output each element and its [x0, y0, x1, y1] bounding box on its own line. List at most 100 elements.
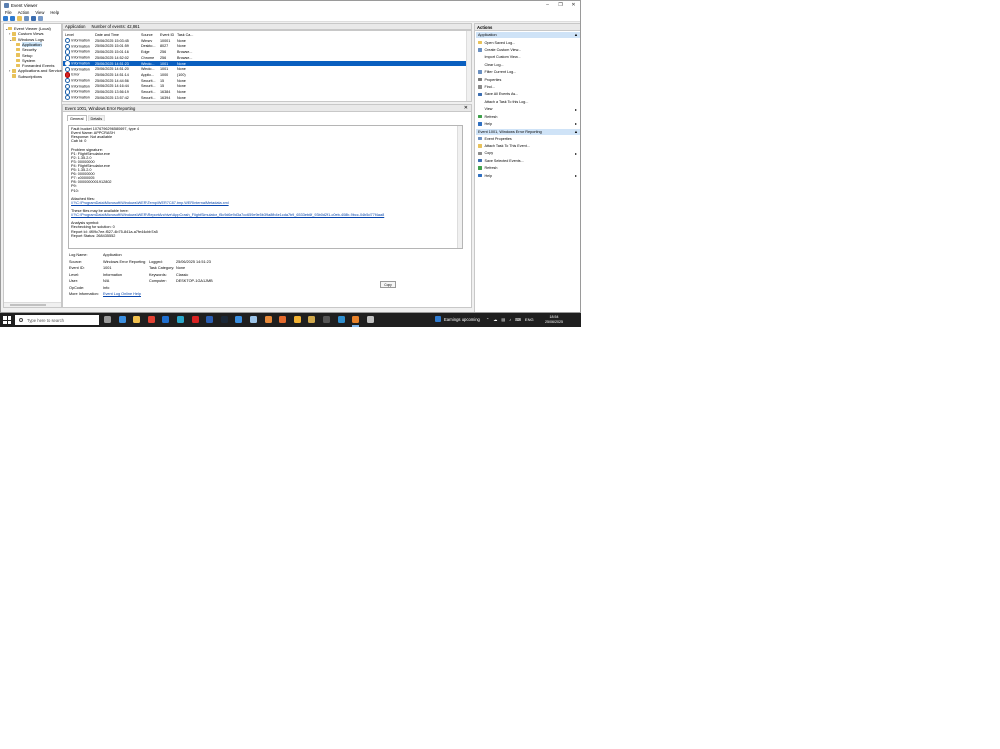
event-task: None — [177, 84, 186, 89]
action-pane-icon[interactable] — [38, 15, 43, 21]
column-date[interactable]: Date and Time — [95, 33, 139, 37]
action-item[interactable]: Filter Current Log... — [478, 70, 580, 75]
column-event-id[interactable]: Event ID — [160, 33, 176, 37]
back-icon[interactable] — [3, 15, 8, 21]
steam-icon[interactable] — [220, 316, 228, 323]
action-item[interactable]: Create Custom View... — [478, 47, 580, 52]
clock[interactable]: 18:54 25/06/2025 — [545, 315, 563, 325]
outlook-icon[interactable] — [162, 316, 170, 323]
brave-icon[interactable] — [279, 316, 287, 323]
action-item[interactable]: Import Custom View... — [478, 55, 580, 60]
action-item[interactable]: Event Properties — [478, 136, 580, 141]
tree-item[interactable]: Application — [13, 41, 42, 47]
tray-cloud-icon[interactable]: ☁ — [493, 317, 497, 322]
event-date: 25/06/2025 15:03:45 — [95, 38, 129, 43]
file-path-link[interactable]: \\?\C:\ProgramData\Microsoft\Windows\WER… — [71, 213, 384, 217]
column-task-category[interactable]: Task Ca... — [177, 33, 197, 37]
terminal-icon[interactable] — [323, 316, 330, 323]
chrome-2-icon[interactable] — [293, 316, 301, 323]
help-icon[interactable] — [31, 15, 36, 21]
event-properties: Log Name: Application Source: Windows Er… — [69, 253, 459, 303]
event-list-scrollbar[interactable] — [466, 31, 471, 101]
file-explorer-icon[interactable] — [133, 316, 141, 323]
action-item[interactable]: Properties — [478, 77, 580, 82]
word-icon[interactable] — [206, 316, 214, 323]
news-widget[interactable]: Earnings upcoming — [435, 316, 480, 322]
event-level: Information — [71, 55, 90, 60]
media-icon[interactable] — [337, 316, 345, 323]
tab-general[interactable]: General — [67, 115, 87, 121]
mail-icon[interactable] — [118, 316, 126, 323]
tray-network-icon[interactable]: ▤ — [501, 317, 505, 322]
tray-volume-icon[interactable]: ♪ — [509, 317, 511, 322]
tree-item[interactable]: Security — [13, 47, 36, 52]
action-item[interactable]: Attach a Task To this Log... — [478, 99, 580, 104]
actions-section-application[interactable]: Application ▲ — [476, 32, 580, 38]
event-description-textbox[interactable]: Fault bucket 1076796296580697, type 4 Eve… — [68, 125, 463, 249]
files-icon[interactable] — [308, 316, 316, 323]
folder-icon[interactable] — [17, 15, 22, 21]
event-viewer-icon[interactable] — [366, 316, 374, 323]
console-tree-icon[interactable] — [24, 15, 29, 21]
menu-action[interactable]: Action — [18, 10, 30, 15]
menu-view[interactable]: View — [35, 10, 44, 15]
event-log-online-help-link[interactable]: Event Log Online Help — [103, 292, 141, 296]
tray-keyboard-icon[interactable]: ⌨ — [515, 317, 521, 322]
tree-item[interactable]: Forwarded Events — [13, 63, 54, 68]
action-item[interactable]: Help ▸ — [478, 121, 580, 126]
action-item[interactable]: Find... — [478, 84, 580, 89]
collapse-icon[interactable]: ▲ — [574, 32, 578, 37]
tree-item[interactable]: System — [13, 58, 35, 63]
tray-chevron-icon[interactable]: ⌃ — [486, 317, 489, 322]
file-path-link[interactable]: \\?\C:\ProgramData\Microsoft\Windows\WER… — [71, 201, 229, 205]
event-row[interactable]: Information 25/06/2025 13:57:42 Securit...… — [63, 95, 469, 101]
tab-details[interactable]: Details — [87, 115, 106, 121]
action-item[interactable]: Save All Events As... — [478, 92, 580, 97]
keywords-label: Keywords: — [149, 272, 167, 277]
action-item[interactable]: View ▸ — [478, 107, 580, 112]
description-scrollbar[interactable] — [457, 126, 462, 248]
notepad-icon[interactable] — [250, 316, 257, 323]
chrome-icon[interactable] — [147, 316, 155, 323]
paint-icon[interactable] — [264, 316, 272, 323]
action-item[interactable]: Clear Log... — [478, 62, 580, 67]
security-icon[interactable] — [235, 316, 243, 323]
vlc-icon[interactable] — [352, 316, 360, 323]
error-icon — [65, 72, 71, 78]
acrobat-icon[interactable] — [191, 316, 199, 323]
forward-icon[interactable] — [10, 15, 15, 21]
tree-item[interactable]: ⌄ Event Viewer (Local) — [5, 26, 51, 31]
collapse-icon[interactable]: ▲ — [574, 129, 578, 134]
action-item[interactable]: Refresh — [478, 114, 580, 119]
action-item[interactable]: Open Saved Log... — [478, 40, 580, 45]
action-item[interactable]: Refresh — [478, 166, 580, 171]
tree-item[interactable]: ⌄ Windows Logs — [9, 37, 44, 42]
minimize-button[interactable]: – — [541, 1, 554, 9]
edge-icon[interactable] — [177, 316, 184, 323]
action-item[interactable]: Save Selected Events... — [478, 158, 580, 163]
action-icon — [478, 122, 482, 126]
task-view-icon[interactable] — [104, 316, 111, 323]
tree-item[interactable]: › Custom Views — [9, 31, 44, 36]
taskbar-search-box[interactable]: Type here to search — [15, 315, 99, 325]
action-item[interactable]: Copy ▸ — [478, 151, 580, 156]
action-item[interactable]: Attach Task To This Event... — [478, 143, 580, 148]
detail-close-icon[interactable]: ✕ — [464, 105, 468, 111]
event-source: Securit... — [141, 84, 156, 89]
close-button[interactable]: ✕ — [567, 1, 580, 9]
start-button[interactable] — [3, 316, 11, 324]
action-label: Find... — [484, 84, 495, 89]
tree-item[interactable]: › Applications and Services Lo — [9, 68, 69, 73]
menu-help[interactable]: Help — [50, 10, 59, 15]
action-item[interactable]: Help ▸ — [478, 173, 580, 178]
tree-horizontal-scrollbar[interactable] — [4, 302, 61, 307]
language-indicator[interactable]: ENG — [525, 317, 534, 322]
actions-section-event[interactable]: Event 1001, Windows Error Reporting ▲ — [476, 129, 580, 135]
tree-item[interactable]: Setup — [13, 53, 32, 58]
column-source[interactable]: Source — [141, 33, 159, 37]
maximize-button[interactable]: ❐ — [554, 1, 567, 9]
copy-button[interactable]: Copy — [380, 281, 396, 288]
column-level[interactable]: Level — [65, 33, 93, 37]
menu-file[interactable]: File — [5, 10, 12, 15]
tree-item[interactable]: Subscriptions — [9, 74, 42, 79]
